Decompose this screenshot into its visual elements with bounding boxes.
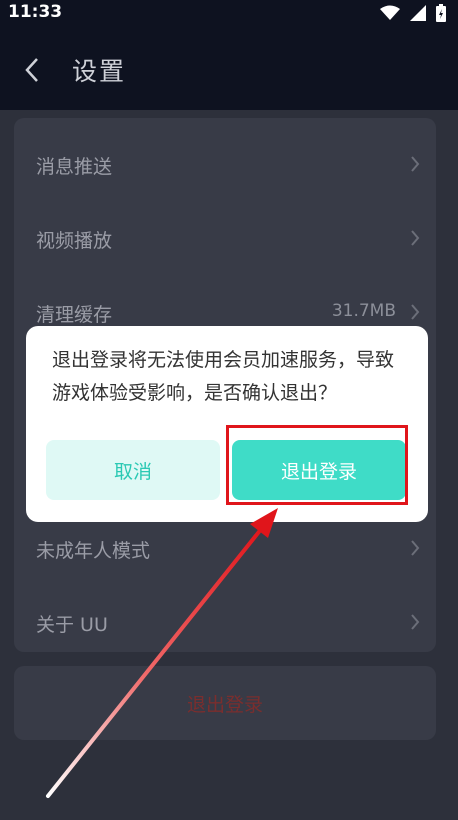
settings-item-minor-mode[interactable]: 未成年人模式	[14, 512, 436, 586]
chevron-right-icon	[410, 303, 420, 325]
chevron-right-icon	[410, 539, 420, 561]
status-time: 11:33	[8, 2, 63, 22]
status-icons	[380, 4, 446, 26]
annotation-highlight-box	[226, 425, 408, 505]
settings-item-label: 关于 UU	[36, 614, 108, 636]
logout-button[interactable]: 退出登录	[14, 666, 436, 740]
signal-icon	[410, 5, 426, 25]
settings-item-label: 未成年人模式	[36, 540, 151, 562]
cache-size-value: 31.7MB	[331, 301, 396, 321]
dialog-message: 退出登录将无法使用会员加速服务，导致游戏体验受影响，是否确认退出？	[52, 349, 395, 404]
chevron-left-icon	[25, 58, 38, 82]
settings-item-video[interactable]: 视频播放	[14, 202, 436, 276]
settings-item-label: 视频播放	[36, 230, 113, 252]
status-bar: 11:33	[0, 0, 458, 26]
logout-label: 退出登录	[186, 694, 263, 716]
settings-screen: 11:33 设置 消息推送 视频播放 清理缓存 31.7MB 未成年人模式 关于…	[0, 0, 458, 820]
chevron-right-icon	[410, 229, 420, 251]
settings-item-about[interactable]: 关于 UU	[14, 586, 436, 660]
chevron-right-icon	[410, 613, 420, 635]
settings-item-push[interactable]: 消息推送	[14, 128, 436, 202]
battery-icon	[436, 4, 446, 26]
settings-item-label: 消息推送	[36, 156, 113, 178]
page-title: 设置	[72, 57, 127, 86]
back-button[interactable]	[14, 52, 50, 88]
settings-item-label: 清理缓存	[36, 304, 113, 326]
chevron-right-icon	[410, 155, 420, 177]
cancel-button[interactable]: 取消	[46, 440, 220, 500]
app-header: 设置	[0, 26, 458, 110]
wifi-icon	[380, 5, 400, 25]
